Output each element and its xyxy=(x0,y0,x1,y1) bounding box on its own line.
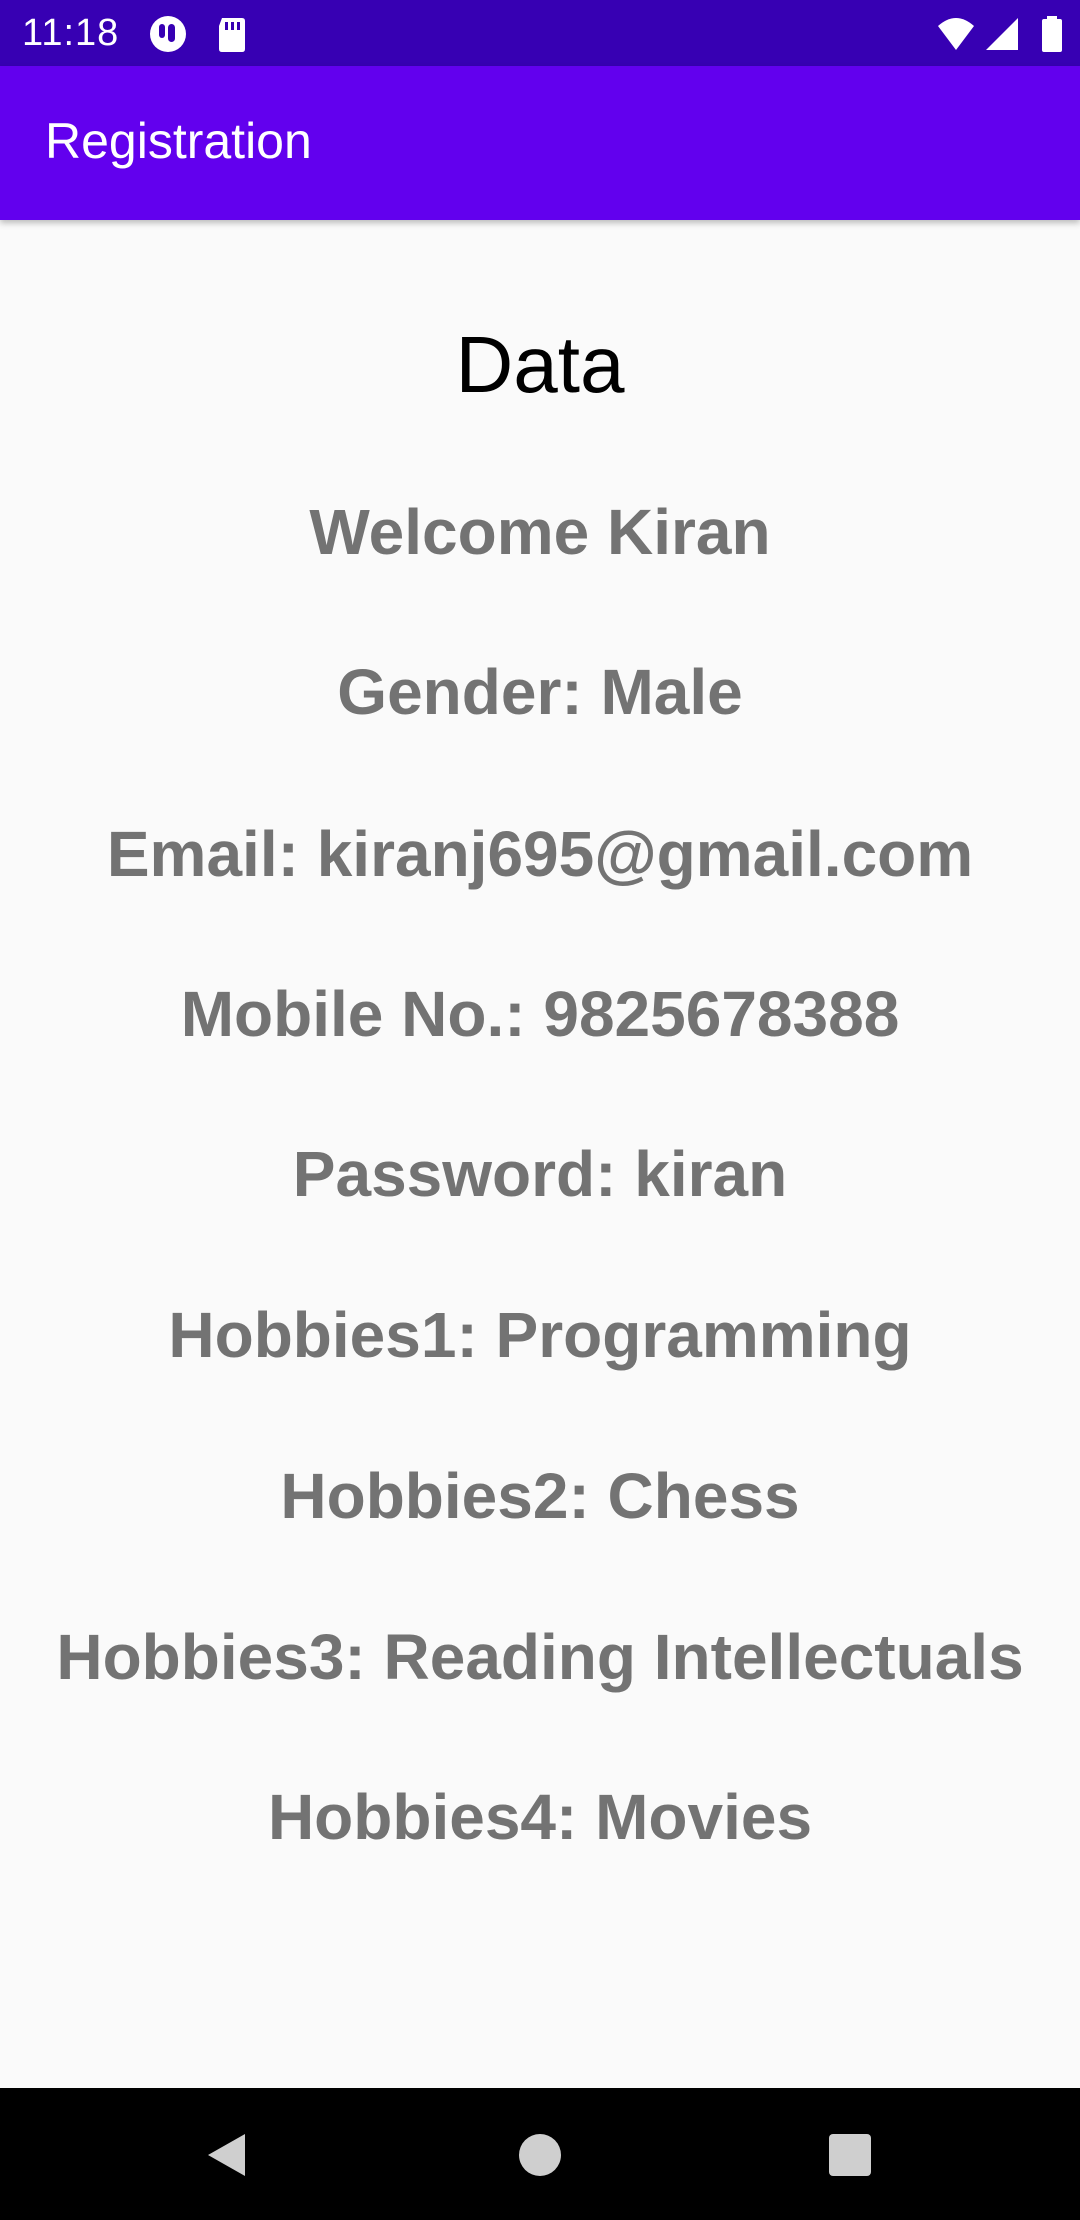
email-text: Email: kiranj695@gmail.com xyxy=(106,818,974,890)
battery-icon xyxy=(1042,16,1062,52)
home-icon[interactable] xyxy=(515,2130,565,2180)
welcome-text: Welcome Kiran xyxy=(309,496,771,568)
app-bar: Registration xyxy=(0,66,1080,220)
signal-icon xyxy=(986,18,1018,50)
hobby2-text: Hobbies2: Chess xyxy=(280,1460,800,1532)
mobile-text: Mobile No.: 9825678388 xyxy=(180,978,900,1050)
hobby3-text: Hobbies3: Reading Intellectuals xyxy=(56,1621,1024,1693)
hobby1-text: Hobbies1: Programming xyxy=(168,1299,912,1371)
registration-data-view: Data Welcome Kiran Gender: Male Email: k… xyxy=(0,220,1080,2088)
status-time: 11:18 xyxy=(22,12,120,54)
recents-icon[interactable] xyxy=(825,2130,875,2180)
notification-app-icon xyxy=(150,16,186,52)
hobby4-text: Hobbies4: Movies xyxy=(267,1781,813,1853)
app-title: Registration xyxy=(45,113,312,169)
wifi-icon xyxy=(938,18,974,50)
navigation-bar xyxy=(0,2088,1080,2220)
status-bar: 11:18 xyxy=(0,0,1080,66)
password-text: Password: kiran xyxy=(292,1138,788,1210)
data-heading: Data xyxy=(455,320,625,409)
gender-text: Gender: Male xyxy=(337,656,743,728)
sd-card-icon xyxy=(219,18,245,52)
back-icon[interactable] xyxy=(200,2130,250,2180)
